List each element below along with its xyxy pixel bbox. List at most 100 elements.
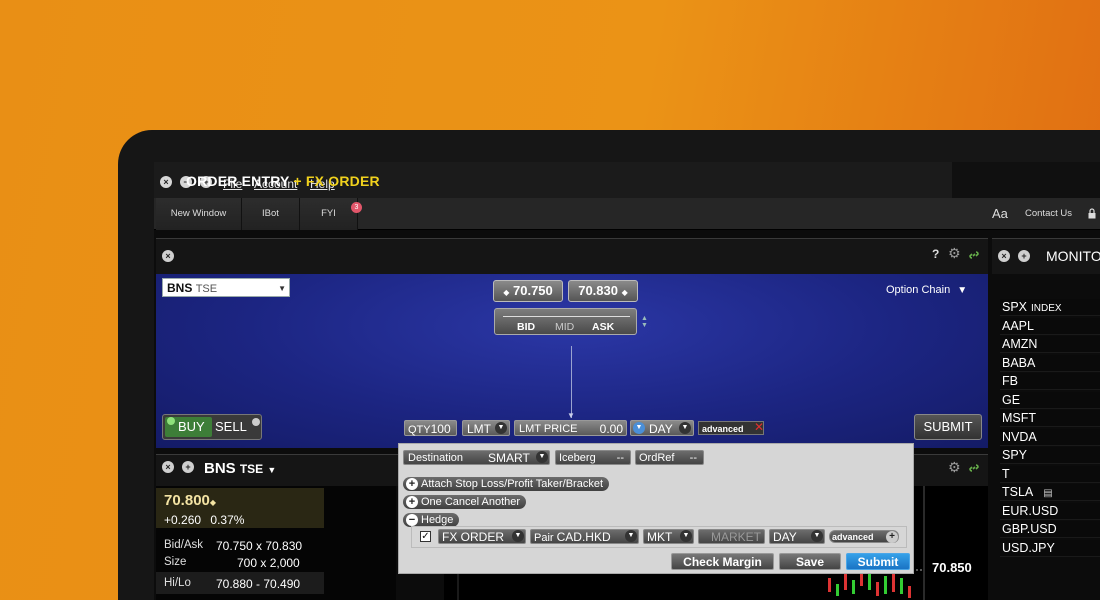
lmt-price-label: LMT PRICE [519, 423, 578, 435]
watchlist-row[interactable]: BABA [1000, 354, 1100, 372]
submit-order-button[interactable]: SUBMIT [914, 414, 982, 440]
watchlist-row[interactable]: NVDA [1000, 428, 1100, 446]
minus-icon: − [406, 514, 418, 526]
new-window-button[interactable]: New Window [156, 198, 242, 230]
watchlist-row[interactable]: T [1000, 465, 1100, 483]
close-icon[interactable]: × [162, 461, 174, 473]
watchlist-row[interactable]: SPX INDEX [1000, 299, 1100, 316]
watchlist-symbol: SPX [1002, 300, 1028, 314]
watchlist-row[interactable]: MSFT [1000, 410, 1100, 427]
watchlist-symbol: USD.JPY [1002, 540, 1055, 555]
candle [900, 578, 903, 594]
mid-label[interactable]: MID [555, 321, 574, 333]
order-type-select[interactable]: LMT ▼ [462, 420, 510, 436]
news-icon[interactable]: ▤ [1043, 488, 1052, 499]
watchlist-row[interactable]: EUR.USD [1000, 502, 1100, 520]
hedge-advanced-button[interactable]: advanced + [829, 530, 899, 543]
candle [844, 572, 847, 590]
close-icon[interactable]: × [162, 250, 174, 262]
window-close-icon[interactable]: × [160, 176, 172, 188]
price-stepper[interactable]: ▲ ▼ [641, 315, 648, 329]
destination-select[interactable]: Destination SMART ▼ [403, 450, 550, 465]
watchlist-row[interactable]: GE [1000, 391, 1100, 409]
watchlist-row[interactable]: SPY [1000, 447, 1100, 464]
bid-mid-ask-slider[interactable]: BID MID ASK [494, 308, 637, 335]
candle [836, 584, 839, 596]
watchlist-row[interactable]: AMZN [1000, 336, 1100, 353]
chevron-down-icon: ▼ [957, 285, 968, 296]
chart-price-label: 70.850 [932, 560, 972, 575]
bid-label[interactable]: BID [517, 321, 535, 333]
exchange-value: TSE [195, 283, 218, 295]
contact-us-link[interactable]: Contact Us [1025, 208, 1072, 219]
quantity-field[interactable]: QTY100 [404, 420, 457, 436]
link-icon[interactable] [968, 461, 980, 479]
save-button[interactable]: Save [779, 553, 841, 570]
watchlist-symbol: FB [1002, 374, 1018, 388]
size-value: 700 x 2,000 [237, 556, 300, 570]
watchlist-row[interactable]: GBP.USD [1000, 521, 1100, 538]
watchlist-row[interactable]: AAPL [1000, 317, 1100, 335]
chevron-down-icon: ▼ [567, 411, 575, 420]
qty-value: 100 [430, 422, 451, 436]
hedge-checkbox[interactable]: ✓ [420, 531, 431, 542]
watchlist-symbol: GE [1002, 392, 1021, 407]
iceberg-value: -- [616, 452, 624, 464]
watchlist-symbol: NVDA [1002, 429, 1037, 444]
check-margin-button[interactable]: Check Margin [671, 553, 774, 570]
gear-icon[interactable]: ⚙ [948, 245, 961, 262]
change-percent: 0.37% [210, 513, 245, 527]
help-icon[interactable]: ? [932, 247, 939, 261]
hedge-order-type-select[interactable]: MKT ▼ [643, 529, 694, 544]
font-size-icon[interactable]: Aa [992, 206, 1008, 221]
watchlist-symbol: MSFT [1002, 411, 1037, 425]
sell-button[interactable]: SELL [215, 417, 247, 437]
attach-bracket-button[interactable]: + Attach Stop Loss/Profit Taker/Bracket [403, 477, 609, 491]
gear-icon[interactable]: ⚙ [948, 459, 961, 476]
hilo-label: Hi/Lo [164, 577, 191, 589]
fyi-button[interactable]: FYI [300, 198, 358, 230]
hedge-button[interactable]: − Hedge [403, 513, 460, 527]
quote-symbol-select[interactable]: BNS TSE ▼ [204, 460, 276, 477]
ibot-button[interactable]: IBot [242, 198, 300, 230]
lock-icon[interactable] [1088, 206, 1096, 219]
watchlist-row[interactable]: TSLA ▤ [1000, 484, 1100, 501]
hedge-type-select[interactable]: FX ORDER ▼ [438, 529, 526, 544]
hedge-tif-select[interactable]: DAY ▼ [769, 529, 825, 544]
limit-price-field[interactable]: LMT PRICE 0.00 [514, 420, 627, 436]
watchlist-row[interactable]: FB [1000, 373, 1100, 390]
close-advanced-icon[interactable]: ✕ [754, 420, 764, 434]
symbol-select[interactable]: BNS TSE ▼ [162, 278, 290, 297]
bid-price-button[interactable]: ◆ 70.750 [493, 280, 563, 302]
link-icon[interactable] [968, 248, 980, 266]
hilo-value: 70.880 - 70.490 [216, 577, 301, 591]
fx-order-label[interactable]: + FX ORDER [293, 173, 379, 189]
iceberg-label: Iceberg [559, 452, 596, 464]
sell-indicator-icon [252, 418, 260, 426]
option-chain-label: Option Chain [886, 284, 951, 296]
plus-icon[interactable]: + [182, 461, 194, 473]
iceberg-field[interactable]: Iceberg -- [555, 450, 631, 465]
plus-icon[interactable]: + [1018, 250, 1030, 262]
time-in-force-select[interactable]: ▼ DAY ▼ [630, 420, 694, 436]
candle [884, 576, 887, 594]
close-icon[interactable]: × [998, 250, 1010, 262]
tif-value: DAY [649, 422, 673, 436]
candle [852, 580, 855, 594]
advanced-order-panel: Destination SMART ▼ Iceberg -- OrdRef --… [398, 443, 914, 574]
change-value: +0.260 [164, 513, 202, 527]
plus-icon: + [406, 496, 418, 508]
order-entry-header [156, 238, 988, 274]
one-cancel-another-button[interactable]: + One Cancel Another [403, 495, 527, 509]
buy-sell-toggle[interactable]: BUY SELL [162, 414, 262, 440]
ordref-field[interactable]: OrdRef -- [635, 450, 704, 465]
submit-button[interactable]: Submit [846, 553, 910, 570]
ask-label[interactable]: ASK [592, 321, 614, 333]
ask-price-button[interactable]: 70.830 ◆ [568, 280, 638, 302]
hedge-price-field[interactable]: MARKET [698, 529, 765, 544]
chevron-down-icon: ▼ [680, 530, 692, 542]
pair-select[interactable]: Pair CAD.HKD ▼ [530, 529, 639, 544]
watchlist-row[interactable]: USD.JPY [1000, 539, 1100, 557]
chevron-down-icon: ▼ [495, 422, 507, 434]
option-chain-button[interactable]: Option Chain ▼ [886, 284, 967, 296]
